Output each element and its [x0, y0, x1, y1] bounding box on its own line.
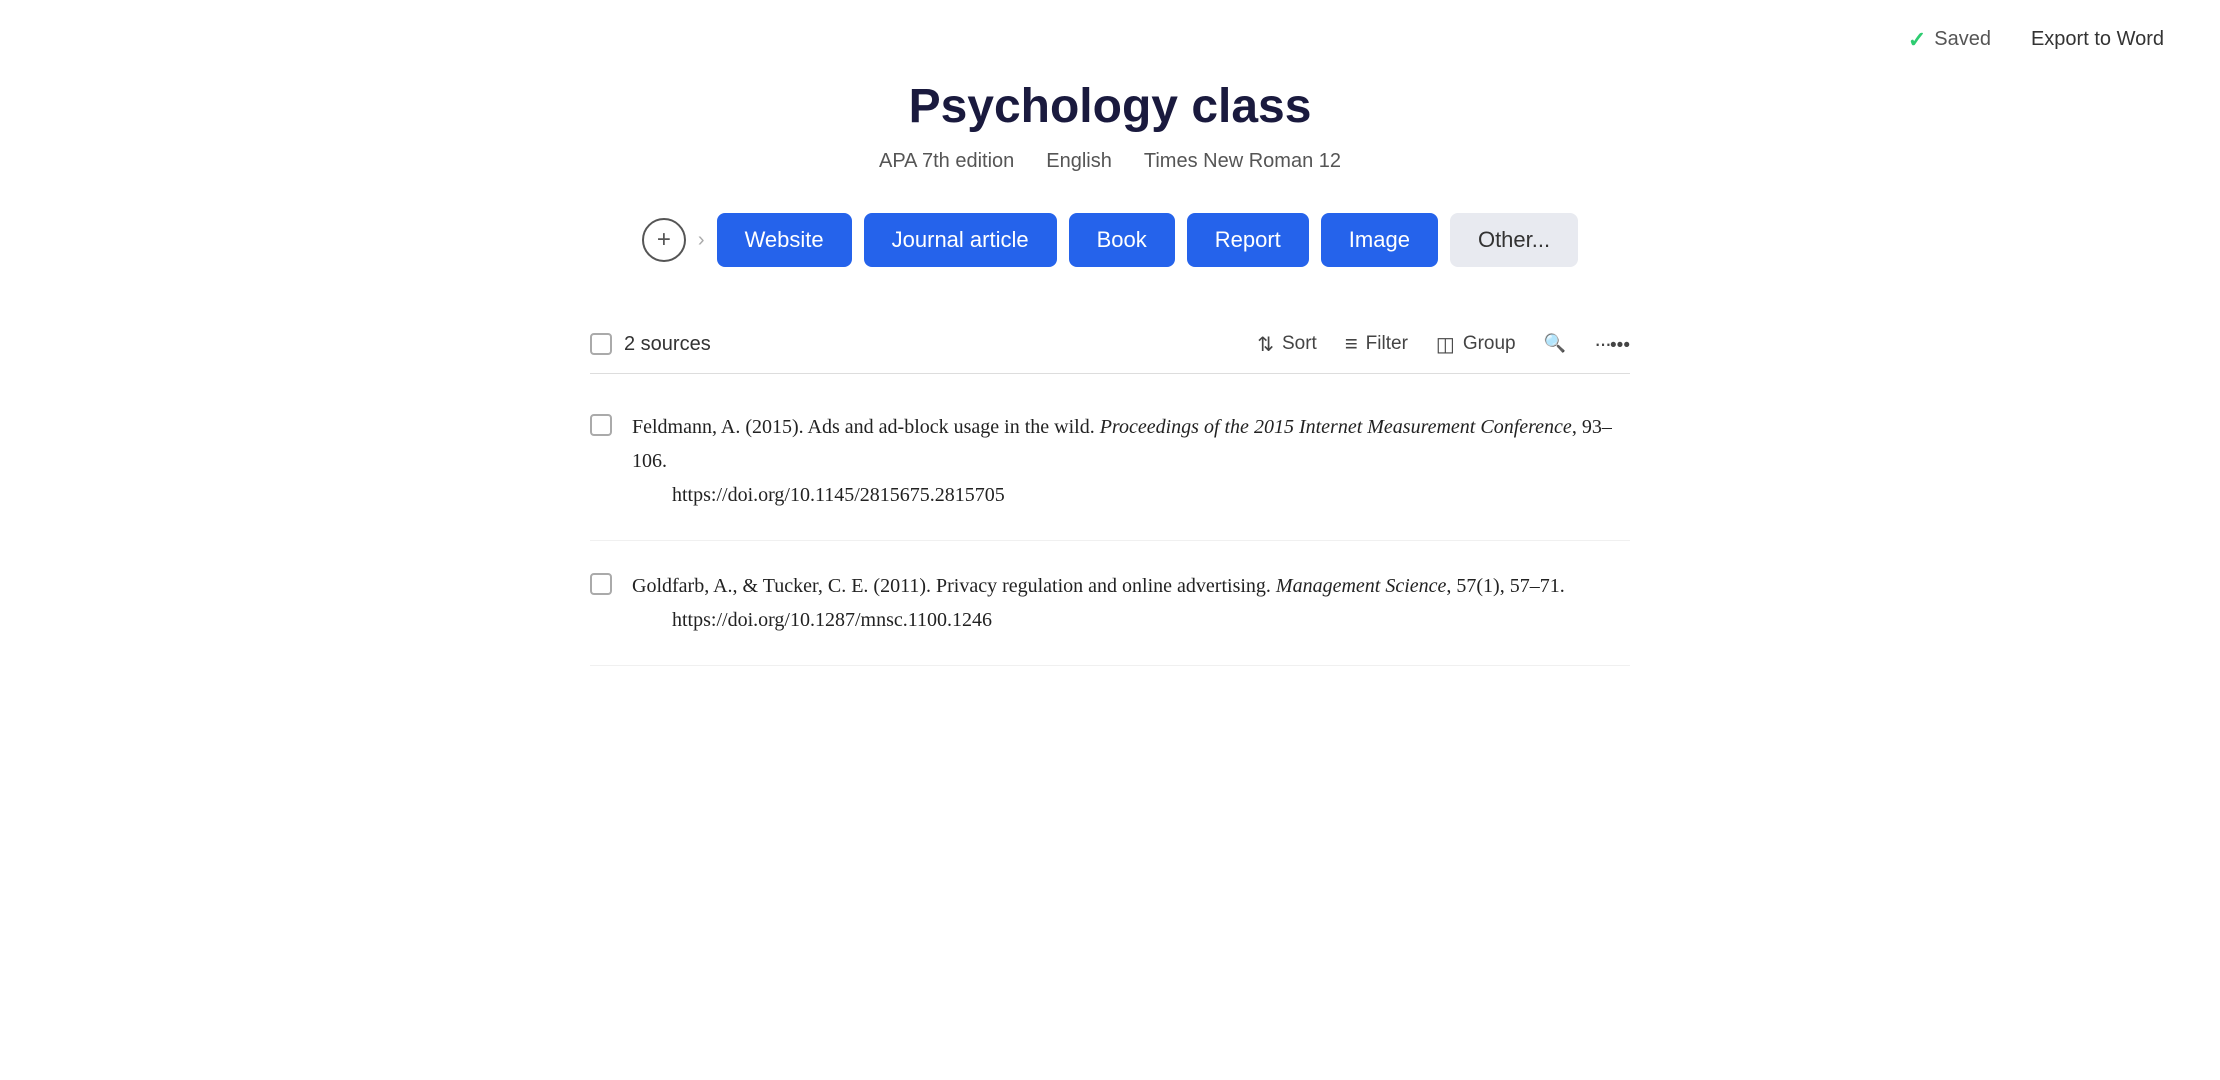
font-style: Times New Roman 12 — [1144, 150, 1341, 173]
filter-label: Filter — [1366, 333, 1408, 355]
chevron-right-icon: › — [698, 229, 705, 251]
reference-checkbox-1[interactable] — [590, 414, 612, 436]
source-type-website-button[interactable]: Website — [717, 213, 852, 267]
page-meta: APA 7th edition English Times New Roman … — [590, 150, 1630, 173]
sort-label: Sort — [1282, 333, 1317, 355]
citation-style: APA 7th edition — [879, 150, 1014, 173]
search-button[interactable] — [1544, 333, 1566, 355]
source-type-image-button[interactable]: Image — [1321, 213, 1438, 267]
group-label: Group — [1463, 333, 1516, 355]
source-type-other-button[interactable]: Other... — [1450, 213, 1578, 267]
filter-icon — [1345, 331, 1358, 357]
reference-main-line-1: Feldmann, A. (2015). Ads and ad-block us… — [632, 410, 1630, 478]
table-row: Feldmann, A. (2015). Ads and ad-block us… — [590, 382, 1630, 541]
reference-url-1: https://doi.org/10.1145/2815675.2815705 — [632, 478, 1630, 512]
saved-label: Saved — [1934, 28, 1991, 51]
sort-icon — [1257, 332, 1274, 357]
select-all-checkbox[interactable] — [590, 333, 612, 355]
page-title: Psychology class — [590, 79, 1630, 134]
group-button[interactable]: Group — [1436, 332, 1516, 357]
sources-count-label: 2 sources — [624, 333, 711, 356]
main-content: Psychology class APA 7th edition English… — [510, 79, 1710, 666]
top-bar: ✓ Saved Export to Word — [0, 0, 2220, 79]
group-icon — [1436, 332, 1455, 357]
source-type-book-button[interactable]: Book — [1069, 213, 1175, 267]
sort-button[interactable]: Sort — [1257, 332, 1317, 357]
reference-url-2: https://doi.org/10.1287/mnsc.1100.1246 — [632, 603, 1565, 637]
table-row: Goldfarb, A., & Tucker, C. E. (2011). Pr… — [590, 541, 1630, 666]
source-type-report-button[interactable]: Report — [1187, 213, 1309, 267]
filter-button[interactable]: Filter — [1345, 331, 1408, 357]
reference-checkbox-2[interactable] — [590, 573, 612, 595]
export-to-word-button[interactable]: Export to Word — [2023, 24, 2172, 55]
sources-count-area: 2 sources — [590, 333, 1257, 356]
chevron-right-button[interactable]: › — [698, 229, 705, 252]
add-source-button[interactable]: + — [642, 218, 686, 262]
reference-content-1: Feldmann, A. (2015). Ads and ad-block us… — [632, 410, 1630, 512]
add-icon: + — [657, 226, 671, 254]
more-options-icon: ••• — [1594, 331, 1630, 357]
references-list: Feldmann, A. (2015). Ads and ad-block us… — [590, 374, 1630, 666]
source-type-bar: + › Website Journal article Book Report … — [590, 213, 1630, 267]
reference-main-line-2: Goldfarb, A., & Tucker, C. E. (2011). Pr… — [632, 569, 1565, 603]
language: English — [1046, 150, 1112, 173]
saved-check-icon: ✓ — [1908, 27, 1926, 53]
more-options-button[interactable]: ••• — [1594, 331, 1630, 357]
reference-content-2: Goldfarb, A., & Tucker, C. E. (2011). Pr… — [632, 569, 1565, 637]
toolbar: 2 sources Sort Filter Group ••• — [590, 315, 1630, 374]
source-type-journal-button[interactable]: Journal article — [864, 213, 1057, 267]
saved-indicator: ✓ Saved — [1908, 27, 1991, 53]
toolbar-actions: Sort Filter Group ••• — [1257, 331, 1630, 357]
search-icon — [1544, 333, 1566, 355]
